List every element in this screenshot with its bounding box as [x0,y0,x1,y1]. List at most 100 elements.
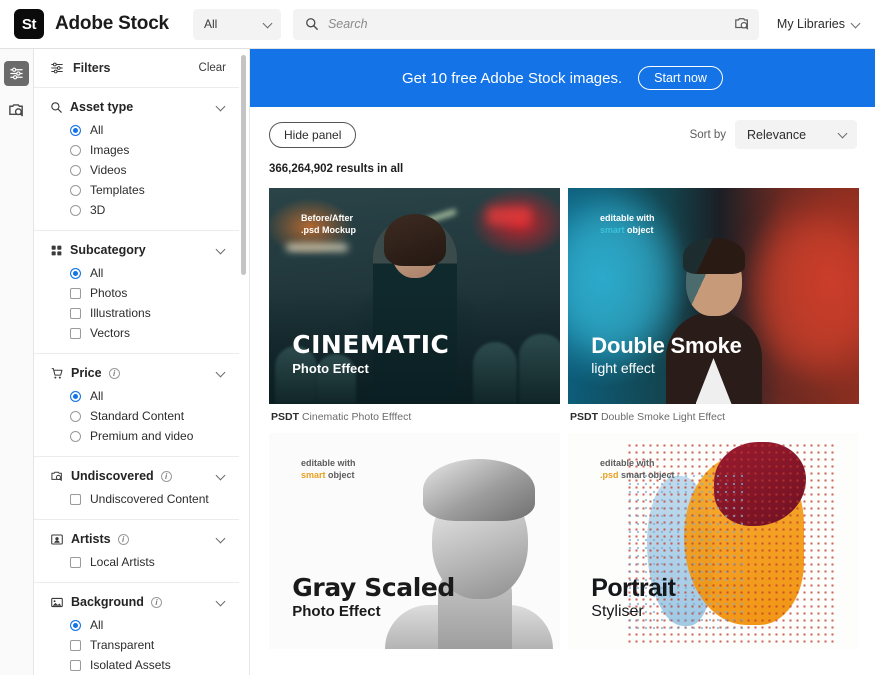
info-icon[interactable]: i [150,596,162,608]
filter-option[interactable]: Standard Content [70,409,226,423]
thumb-overlay-title: CINEMATIC Photo Effect [292,331,449,376]
filter-option[interactable]: Isolated Assets [70,658,226,672]
filter-section-header[interactable]: Undiscovered i [50,469,226,483]
filter-option[interactable]: Vectors [70,326,226,340]
radio-button[interactable] [70,124,81,136]
promo-banner: Get 10 free Adobe Stock images. Start no… [250,49,875,107]
chevron-down-icon[interactable] [217,103,226,112]
radio-button[interactable] [70,410,81,422]
app-body: Filters Clear Asset type All Images Videos T… [0,49,875,675]
filter-option[interactable]: All [70,618,226,632]
visual-search-icon [9,104,24,117]
chevron-down-icon[interactable] [217,472,226,481]
my-libraries-dropdown[interactable]: My Libraries [759,17,861,31]
radio-button[interactable] [70,619,81,631]
filter-option[interactable]: All [70,389,226,403]
start-now-button[interactable]: Start now [638,66,723,90]
rail-filters-button[interactable] [4,61,29,86]
filter-option[interactable]: Images [70,143,226,157]
thumbnail-double-smoke[interactable]: editable with smart object Double Smoke … [568,188,859,404]
radio-button[interactable] [70,144,81,156]
chevron-down-icon[interactable] [217,246,226,255]
results-count: 366,264,902 results in all [269,163,404,175]
radio-button[interactable] [70,164,81,176]
filter-section-header[interactable]: Subcategory [50,243,226,257]
filter-option[interactable]: Transparent [70,638,226,652]
search-bar[interactable] [292,8,759,40]
filter-section: Asset type All Images Videos Templates 3D [34,88,239,231]
info-icon[interactable]: i [117,533,129,545]
filter-section-header[interactable]: Artists i [50,532,226,546]
checkbox[interactable] [70,327,81,339]
sort-dropdown[interactable]: Relevance [735,120,857,149]
checkbox[interactable] [70,493,81,505]
left-rail [0,49,34,675]
filter-option-label: Images [90,143,130,157]
filter-option[interactable]: All [70,266,226,280]
checkbox[interactable] [70,287,81,299]
filters-sidebar: Filters Clear Asset type All Images Videos T… [34,49,250,675]
filter-option-label: Illustrations [90,306,151,320]
filter-option[interactable]: Videos [70,163,226,177]
chevron-down-icon[interactable] [217,535,226,544]
neon-blur-decor [486,207,531,226]
result-card[interactable]: editable with .psd smart object Portrait… [568,433,859,649]
overlay-line-1: Before/After [301,212,354,223]
rail-visual-search-button[interactable] [4,98,29,123]
overlay-line-2: smart object [301,469,356,481]
filter-option[interactable]: Undiscovered Content [70,492,226,506]
checkbox[interactable] [70,307,81,319]
adobe-stock-logo[interactable]: St [14,9,44,39]
filter-section-header[interactable]: Price i [50,366,226,380]
neon-blur-decor [286,244,349,252]
model-hair-decor [383,213,446,266]
filter-option[interactable]: Templates [70,183,226,197]
filter-section-header[interactable]: Background i [50,595,226,609]
thumb-title: Gray Scaled [292,572,455,602]
chevron-down-icon[interactable] [217,369,226,378]
logo-text: St [21,15,37,33]
checkbox[interactable] [70,556,81,568]
hide-panel-button[interactable]: Hide panel [269,121,357,148]
clear-filters-link[interactable]: Clear [199,62,226,74]
radio-button[interactable] [70,184,81,196]
category-value: All [203,17,218,31]
filter-option[interactable]: All [70,123,226,137]
filter-option[interactable]: Illustrations [70,306,226,320]
info-icon[interactable]: i [108,367,120,379]
result-card[interactable]: editable with smart object Double Smoke … [568,188,859,433]
thumb-subtitle: Styliser [591,603,644,621]
filter-option[interactable]: 3D [70,203,226,217]
radio-button[interactable] [70,430,81,442]
chevron-down-icon[interactable] [217,598,226,607]
filter-option[interactable]: Photos [70,286,226,300]
filter-options: All Photos Illustrations Vectors [50,266,226,340]
category-dropdown[interactable]: All [192,8,281,40]
filter-section-title: Subcategory [70,243,146,257]
checkbox[interactable] [70,659,81,671]
filter-option-label: All [90,266,104,280]
thumb-title: CINEMATIC [292,330,450,360]
overlay-line-1: editable with [600,457,655,468]
thumbnail-portrait-styliser[interactable]: editable with .psd smart object Portrait… [568,433,859,649]
checkbox[interactable] [70,639,81,651]
sidebar-scrollbar[interactable] [241,55,246,275]
radio-button[interactable] [70,204,81,216]
filter-section-header[interactable]: Asset type [50,100,226,114]
filter-option[interactable]: Premium and video [70,429,226,443]
filters-sliders-icon [10,67,23,80]
visual-search-icon[interactable] [734,16,750,32]
result-card[interactable]: Before/After .psd Mockup CINEMATIC Photo… [269,188,560,433]
grid-icon [50,244,63,257]
search-input[interactable] [327,17,734,31]
radio-button[interactable] [70,390,81,402]
thumbnail-cinematic[interactable]: Before/After .psd Mockup CINEMATIC Photo… [269,188,560,404]
filter-option[interactable]: Local Artists [70,555,226,569]
thumb-overlay-note: editable with smart object [600,212,655,236]
radio-button[interactable] [70,267,81,279]
caption-prefix: PSDT [570,411,599,423]
thumbnail-gray-scaled[interactable]: editable with smart object Gray Scaled P… [269,433,560,649]
overlay-rest: object [624,224,654,235]
info-icon[interactable]: i [160,470,172,482]
result-card[interactable]: editable with smart object Gray Scaled P… [269,433,560,649]
